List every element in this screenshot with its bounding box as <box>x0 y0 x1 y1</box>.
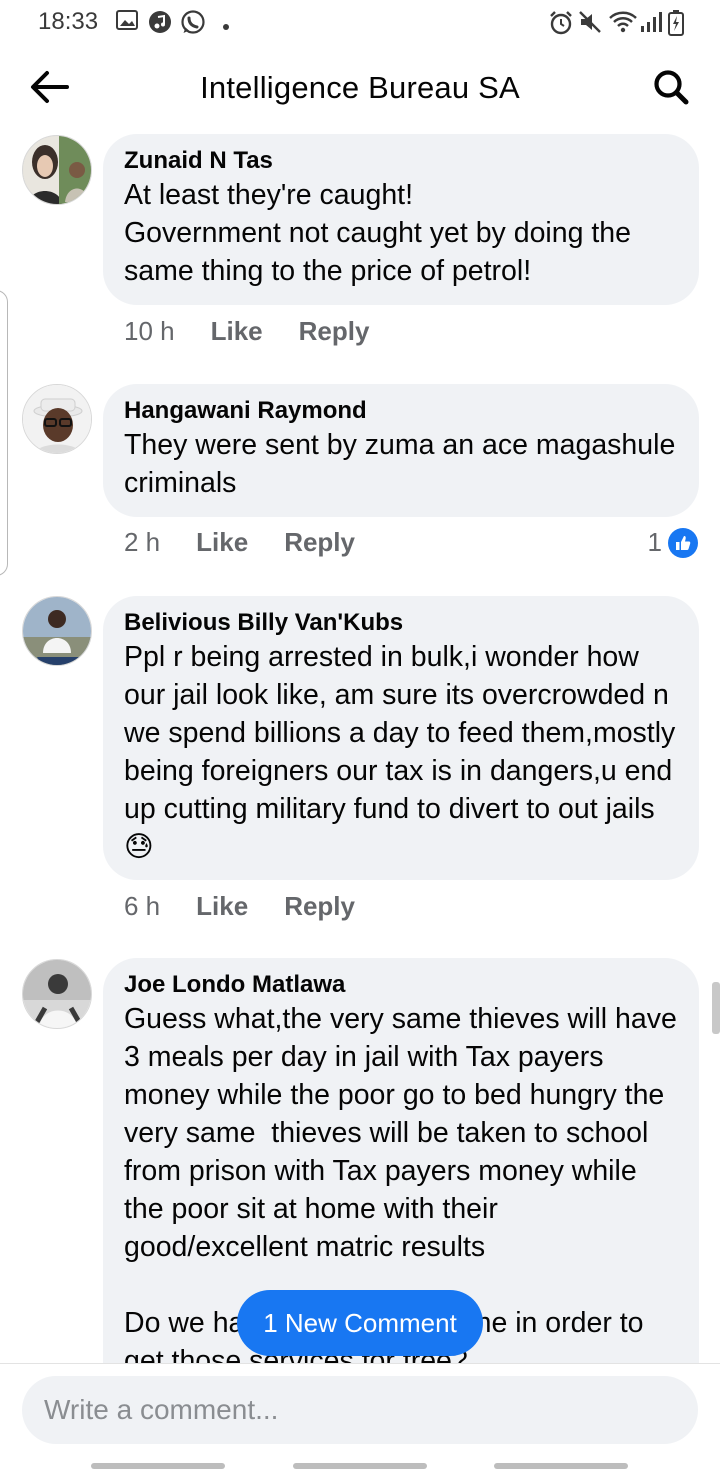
battery-icon <box>668 10 684 41</box>
thumbs-up-icon <box>668 527 698 558</box>
dot-icon <box>222 18 230 36</box>
comment-actions: 6 h Like Reply <box>124 891 355 922</box>
search-icon <box>652 68 690 111</box>
whatsapp-icon <box>180 10 206 41</box>
signal-icon <box>640 10 662 39</box>
avatar[interactable] <box>22 959 92 1029</box>
nav-recent-apps[interactable] <box>91 1463 225 1469</box>
like-button[interactable]: Like <box>196 527 248 558</box>
like-button[interactable]: Like <box>196 891 248 922</box>
comment-bubble[interactable]: Zunaid N Tas At least they're caught! Go… <box>103 134 699 305</box>
comment-author[interactable]: Hangawani Raymond <box>124 396 677 426</box>
app-header: Intelligence Bureau SA <box>0 52 720 128</box>
status-bar: 18:33 <box>0 0 720 44</box>
comment-actions: 10 h Like Reply <box>124 316 369 347</box>
search-button[interactable] <box>646 66 696 112</box>
reply-button[interactable]: Reply <box>284 527 355 558</box>
comment-bubble[interactable]: Hangawani Raymond They were sent by zuma… <box>103 384 699 517</box>
wifi-icon <box>608 10 638 39</box>
reply-button[interactable]: Reply <box>299 316 370 347</box>
edge-panel-handle[interactable] <box>0 290 8 576</box>
comment-text: Ppl r being arrested in bulk,i wonder ho… <box>124 641 684 863</box>
like-button[interactable]: Like <box>211 316 263 347</box>
status-time: 18:33 <box>38 8 99 35</box>
avatar[interactable] <box>22 596 92 666</box>
comment-author[interactable]: Joe Londo Matlawa <box>124 970 677 1000</box>
comment-timestamp: 10 h <box>124 316 175 346</box>
comment-author[interactable]: Belivious Billy Van'Kubs <box>124 608 677 638</box>
comment-text: At least they're caught! Government not … <box>124 179 631 287</box>
reaction-summary[interactable]: 1 <box>648 527 698 558</box>
new-comment-button[interactable]: 1 New Comment <box>237 1290 483 1356</box>
avatar[interactable] <box>22 135 92 205</box>
comment-actions: 2 h Like Reply <box>124 527 355 558</box>
nav-back[interactable] <box>494 1463 628 1469</box>
comment-bubble[interactable]: Belivious Billy Van'Kubs Ppl r being arr… <box>103 596 699 880</box>
comment-timestamp: 6 h <box>124 891 161 921</box>
mute-icon <box>578 10 602 39</box>
alarm-icon <box>548 10 574 41</box>
page-title: Intelligence Bureau SA <box>200 70 520 105</box>
comment-timestamp: 2 h <box>124 527 161 557</box>
comment-author[interactable]: Zunaid N Tas <box>124 146 677 176</box>
reaction-count: 1 <box>647 527 662 557</box>
comment-text: They were sent by zuma an ace magashule … <box>124 429 684 499</box>
music-icon <box>148 10 172 39</box>
reply-button[interactable]: Reply <box>284 891 355 922</box>
image-icon <box>116 10 138 35</box>
nav-home[interactable] <box>293 1463 427 1469</box>
avatar[interactable] <box>22 384 92 454</box>
comment-input[interactable] <box>22 1376 698 1444</box>
scrollbar-thumb[interactable] <box>712 982 720 1034</box>
